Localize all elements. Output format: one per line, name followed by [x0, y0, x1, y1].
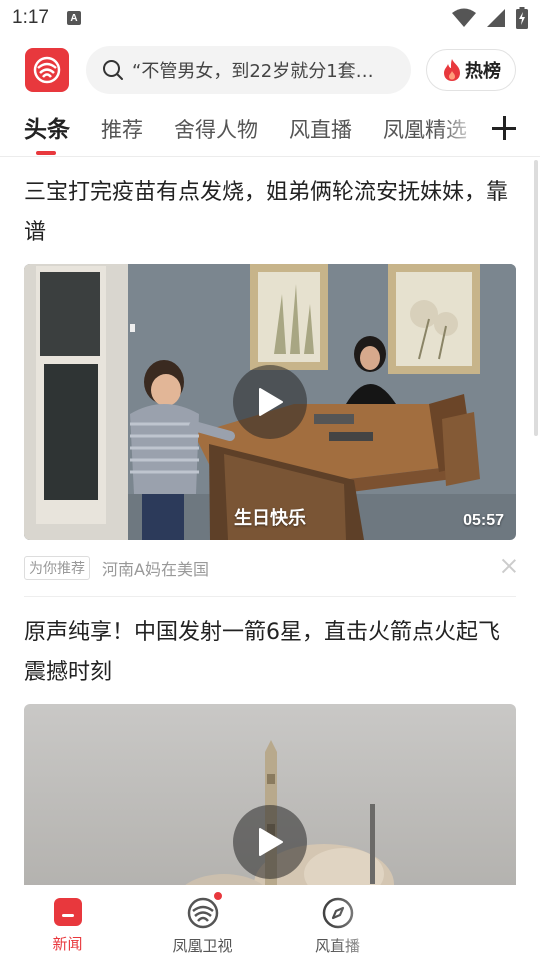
- tab-people[interactable]: 舍得人物: [174, 108, 258, 152]
- tab-label: 风直播: [289, 118, 352, 142]
- status-time: 1:17: [12, 7, 49, 28]
- tabs-fade: [440, 108, 480, 156]
- hot-list-button[interactable]: 热榜: [426, 49, 516, 91]
- play-icon: [259, 388, 283, 416]
- video-thumbnail[interactable]: 生日快乐 05:57: [24, 264, 516, 540]
- nav-phoenix-tv[interactable]: 凤凰卫视: [135, 885, 270, 960]
- scrollbar[interactable]: [534, 160, 538, 436]
- video-caption: 生日快乐: [234, 508, 306, 529]
- video-thumbnail[interactable]: [24, 704, 516, 885]
- close-icon[interactable]: [502, 559, 516, 573]
- tab-recommend[interactable]: 推荐: [101, 108, 143, 152]
- nav-fade: [330, 885, 540, 960]
- news-icon: [53, 898, 82, 926]
- tab-active-indicator: [36, 151, 56, 155]
- channel-tabs: 头条 推荐 舍得人物 风直播 凤凰精选: [0, 108, 480, 156]
- play-icon: [259, 828, 283, 856]
- tab-label: 舍得人物: [174, 118, 258, 142]
- phoenix-logo-icon[interactable]: [25, 48, 69, 92]
- tab-label: 推荐: [101, 118, 143, 142]
- notification-badge: [213, 891, 223, 901]
- nav-news[interactable]: 新闻: [0, 885, 135, 960]
- search-placeholder: “不管男女，到22岁就分1套…: [132, 61, 374, 82]
- signal-icon: [487, 9, 505, 27]
- news-feed[interactable]: 三宝打完疫苗有点发烧，姐弟俩轮流安抚妹妹，靠谱 生日快乐 05:57 为你推荐 …: [0, 157, 540, 885]
- news-card[interactable]: 原声纯享！中国发射一箭6星，直击火箭点火起飞震撼时刻: [0, 597, 540, 885]
- nav-label: 新闻: [52, 935, 83, 953]
- flame-icon: [444, 59, 460, 81]
- card-meta: 为你推荐 河南A妈在美国: [24, 540, 516, 596]
- news-title[interactable]: 原声纯享！中国发射一箭6星，直击火箭点火起飞震撼时刻: [24, 613, 516, 693]
- wifi-icon: [452, 8, 476, 27]
- hot-list-label: 热榜: [465, 61, 501, 82]
- nav-label: 凤凰卫视: [172, 937, 233, 955]
- video-duration: 05:57: [463, 512, 504, 529]
- status-bar: 1:17 A: [0, 0, 540, 36]
- status-icons: [452, 7, 528, 29]
- tab-live[interactable]: 风直播: [289, 108, 352, 152]
- search-icon: [103, 60, 123, 80]
- play-button[interactable]: [233, 805, 307, 879]
- tab-label: 头条: [24, 117, 70, 143]
- news-card[interactable]: 三宝打完疫苗有点发烧，姐弟俩轮流安抚妹妹，靠谱 生日快乐 05:57 为你推荐 …: [0, 157, 540, 596]
- a-icon: A: [66, 11, 81, 25]
- news-source[interactable]: 河南A妈在美国: [102, 556, 209, 580]
- news-title[interactable]: 三宝打完疫苗有点发烧，姐弟俩轮流安抚妹妹，靠谱: [24, 173, 516, 253]
- header: “不管男女，到22岁就分1套… 热榜: [0, 42, 540, 98]
- phoenix-tv-icon: [187, 897, 218, 929]
- tab-headlines[interactable]: 头条: [24, 108, 70, 155]
- search-bar[interactable]: “不管男女，到22岁就分1套…: [86, 46, 411, 94]
- recommend-tag: 为你推荐: [24, 556, 90, 580]
- plus-icon[interactable]: [492, 116, 516, 140]
- play-button[interactable]: [233, 365, 307, 439]
- battery-icon: [516, 7, 528, 29]
